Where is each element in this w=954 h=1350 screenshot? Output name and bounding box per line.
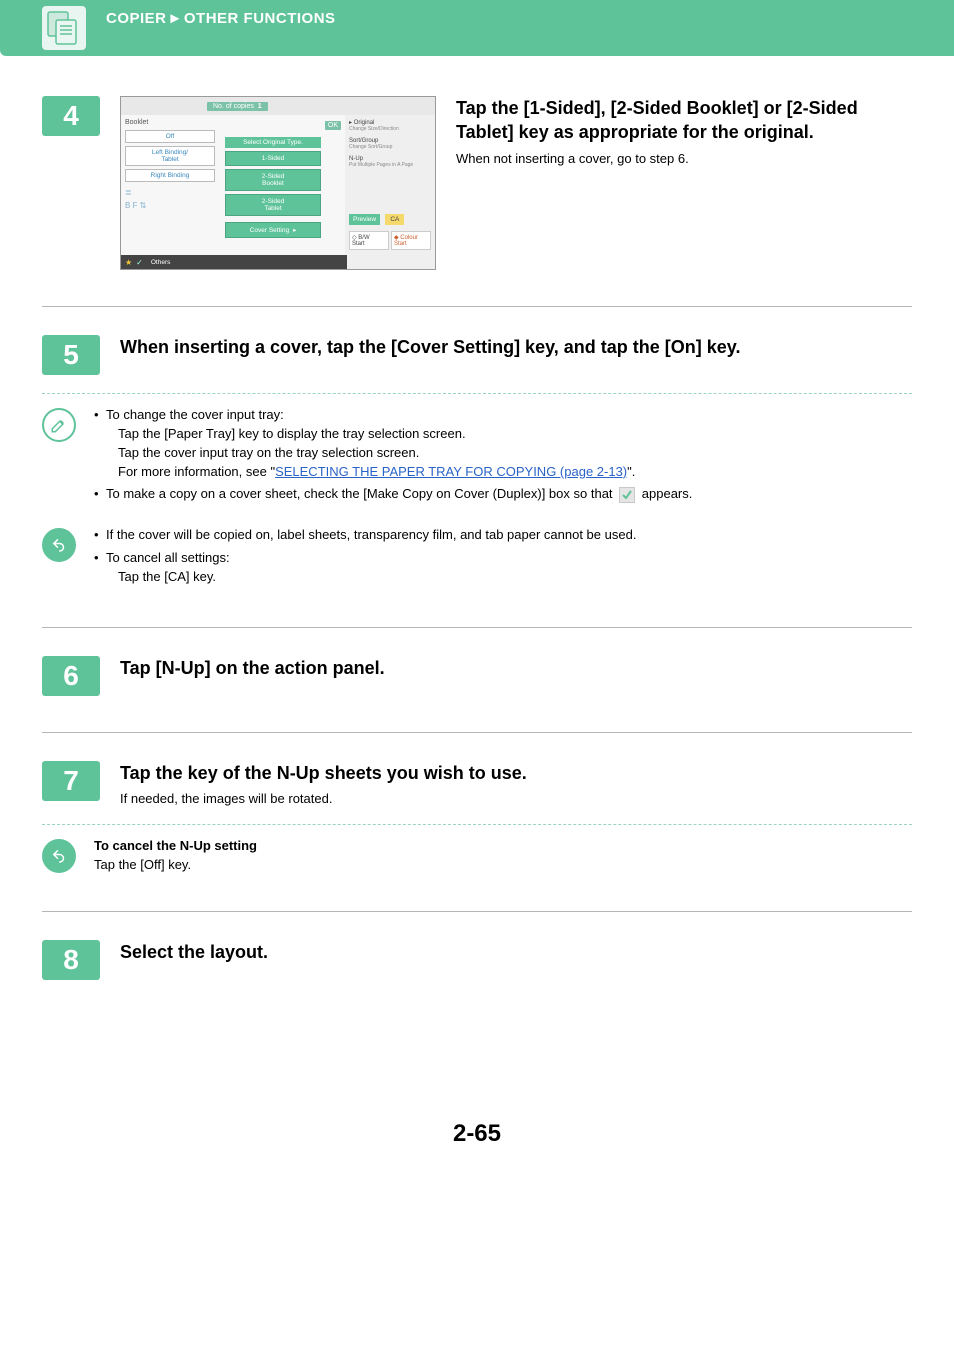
undo-icon [42,528,76,562]
booklet-label: Booklet [125,119,215,126]
preview-button[interactable]: Preview [349,214,380,225]
option-2-sided-tablet[interactable]: 2-Sided Tablet [225,194,321,216]
note-line: To cancel all settings: [106,550,230,565]
divider [42,306,912,307]
cover-setting-button[interactable]: Cover Setting▸ [225,222,321,238]
header-bar: COPIER ► OTHER FUNCTIONS [0,0,954,56]
step-8: 8 Select the layout. [42,940,912,980]
step-subtext: When not inserting a cover, go to step 6… [456,151,912,166]
colour-start-button[interactable]: ◆ Colour Start [391,231,431,250]
action-n-up[interactable]: N-UpPut Multiple Pages in A Page [349,156,431,168]
step-number: 8 [42,940,100,980]
step-title: When inserting a cover, tap the [Cover S… [120,335,912,359]
copier-icon [42,6,86,50]
warning-block: To cancel the N-Up setting Tap the [Off]… [42,837,912,875]
check-icon[interactable]: ✓ [136,258,143,267]
breadcrumb-part-copier[interactable]: COPIER [106,10,167,27]
ca-button[interactable]: CA [385,214,404,225]
note-line: If the cover will be copied on, label sh… [94,526,912,545]
action-sort-group[interactable]: Sort/GroupChange Sort/Group [349,138,431,150]
step-title: Tap [N-Up] on the action panel. [120,656,912,680]
step-number: 5 [42,335,100,375]
note-line: Tap the [CA] key. [106,568,912,587]
note-line: To change the cover input tray: [106,407,284,422]
divider [42,911,912,912]
action-original[interactable]: ▸ OriginalChange Size/Direction [349,119,431,132]
step-number: 4 [42,96,100,136]
step-7: 7 Tap the key of the N-Up sheets you wis… [42,761,912,875]
checkmark-icon [619,487,635,503]
page-number: 2-65 [42,1120,912,1148]
device-screenshot: No. of copies 1 OK Booklet Off Left Bind… [120,96,436,270]
step-4: 4 No. of copies 1 OK Booklet Off Left Bi… [42,96,912,270]
note-line: To make a copy on a cover sheet, check t… [94,485,912,504]
note-line: Tap the [Off] key. [94,856,912,875]
note-line: Tap the [Paper Tray] key to display the … [106,425,912,444]
option-off[interactable]: Off [125,130,215,143]
copies-label: No. of copies [213,103,254,110]
ok-button[interactable]: OK [325,121,341,130]
step-title: Tap the [1-Sided], [2-Sided Booklet] or … [456,96,912,145]
step-title: Tap the key of the N-Up sheets you wish … [120,761,912,785]
step-subtext: If needed, the images will be rotated. [120,791,912,806]
star-icon[interactable]: ★ [125,258,132,267]
note-block: To change the cover input tray: Tap the … [42,406,912,508]
undo-icon [42,839,76,873]
step-6: 6 Tap [N-Up] on the action panel. [42,656,912,696]
pencil-icon [42,408,76,442]
note-line: For more information, see "SELECTING THE… [106,463,912,482]
select-original-type: Select Original Type. [225,137,321,148]
copies-value: 1 [258,103,262,110]
others-tab[interactable]: Others [151,259,171,266]
divider [42,732,912,733]
option-left-binding[interactable]: Left Binding/ Tablet [125,146,215,166]
dashed-divider [42,393,912,394]
bw-start-button[interactable]: ◇ B/W Start [349,231,389,250]
step-title: Select the layout. [120,940,912,964]
breadcrumb-part-section[interactable]: OTHER FUNCTIONS [184,10,336,27]
option-1-sided[interactable]: 1-Sided [225,151,321,166]
divider [42,627,912,628]
dashed-divider [42,824,912,825]
selecting-paper-tray-link[interactable]: SELECTING THE PAPER TRAY FOR COPYING (pa… [275,464,627,479]
option-right-binding[interactable]: Right Binding [125,169,215,182]
note-line: Tap the cover input tray on the tray sel… [106,444,912,463]
chevron-right-icon: ► [168,10,183,27]
warning-block: If the cover will be copied on, label sh… [42,526,912,591]
step-5: 5 When inserting a cover, tap the [Cover… [42,335,912,591]
step-number: 7 [42,761,100,801]
note-heading: To cancel the N-Up setting [94,838,257,853]
step-number: 6 [42,656,100,696]
breadcrumb: COPIER ► OTHER FUNCTIONS [106,6,336,27]
option-2-sided-booklet[interactable]: 2-Sided Booklet [225,169,321,191]
